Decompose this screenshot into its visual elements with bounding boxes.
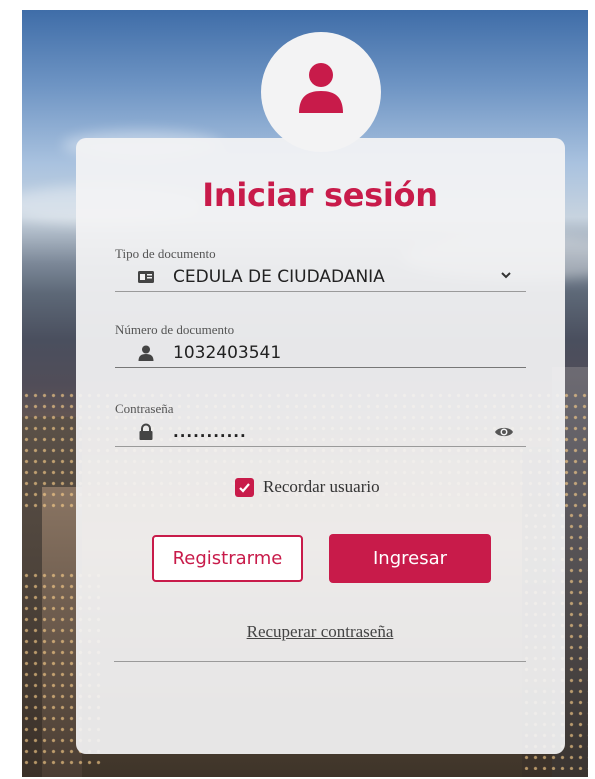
avatar [261,32,381,152]
remember-user[interactable]: Recordar usuario [235,477,380,497]
document-type-label: Tipo de documento [115,246,216,261]
document-number-input-row[interactable]: 1032403541 [115,338,526,368]
user-icon [137,344,155,362]
document-type-value: CEDULA DE CIUDADANIA [173,266,385,287]
divider [114,661,526,662]
user-avatar-icon [299,63,343,113]
password-input-row[interactable]: ........... [115,417,526,447]
recover-password-link[interactable]: Recuperar contraseña [0,622,595,642]
password-label: Contraseña [115,401,174,416]
document-number-label: Número de documento [115,322,235,337]
password-input[interactable]: ........... [173,423,247,441]
remember-label: Recordar usuario [263,477,380,496]
register-button[interactable]: Registrarme [152,535,303,582]
page-title: Iniciar sesión [202,176,438,214]
document-type-field: Tipo de documento CEDULA DE CIUDADANIA [115,246,526,292]
remember-checkbox[interactable] [235,477,254,497]
document-type-select[interactable]: CEDULA DE CIUDADANIA [115,262,526,292]
id-card-icon [137,268,155,286]
password-field: Contraseña ........... [115,401,526,447]
document-number-input[interactable]: 1032403541 [173,343,281,363]
document-number-field: Número de documento 1032403541 [115,322,526,368]
chevron-down-icon[interactable] [500,269,512,281]
lock-icon [137,423,155,441]
check-icon [239,482,250,493]
login-button[interactable]: Ingresar [329,534,491,583]
eye-icon[interactable] [494,423,514,441]
